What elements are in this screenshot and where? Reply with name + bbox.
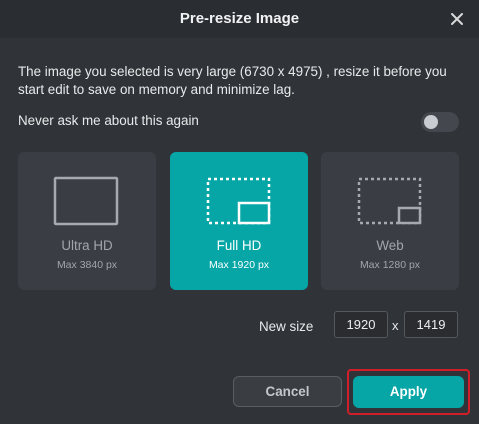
size-option-name: Ultra HD (61, 238, 113, 253)
web-size-icon (357, 177, 422, 225)
size-separator: x (392, 318, 399, 333)
cancel-button[interactable]: Cancel (233, 376, 342, 407)
size-option-web[interactable]: Web Max 1280 px (321, 152, 459, 290)
size-option-name: Full HD (216, 238, 262, 253)
close-icon (451, 13, 463, 25)
pre-resize-dialog: Pre-resize Image The image you selected … (0, 0, 479, 424)
never-ask-label: Never ask me about this again (18, 113, 199, 128)
new-size-label: New size (259, 319, 314, 334)
dialog-title: Pre-resize Image (179, 10, 300, 27)
never-ask-row: Never ask me about this again (18, 112, 460, 132)
never-ask-toggle[interactable] (421, 112, 459, 132)
size-option-max: Max 1920 px (208, 259, 270, 271)
toggle-knob (424, 115, 438, 129)
width-input[interactable] (334, 311, 388, 338)
height-input[interactable] (404, 311, 458, 338)
ultra-hd-icon (53, 176, 119, 226)
size-option-ultra-hd[interactable]: Ultra HD Max 3840 px (18, 152, 156, 290)
dialog-header: Pre-resize Image (0, 0, 479, 38)
full-hd-icon (206, 177, 271, 225)
size-option-name: Web (376, 238, 404, 253)
size-option-full-hd[interactable]: Full HD Max 1920 px (170, 152, 308, 290)
apply-button[interactable]: Apply (353, 376, 464, 408)
close-button[interactable] (444, 7, 470, 31)
size-option-max: Max 3840 px (56, 259, 118, 271)
size-option-max: Max 1280 px (359, 259, 421, 271)
resize-message: The image you selected is very large (67… (18, 64, 447, 97)
